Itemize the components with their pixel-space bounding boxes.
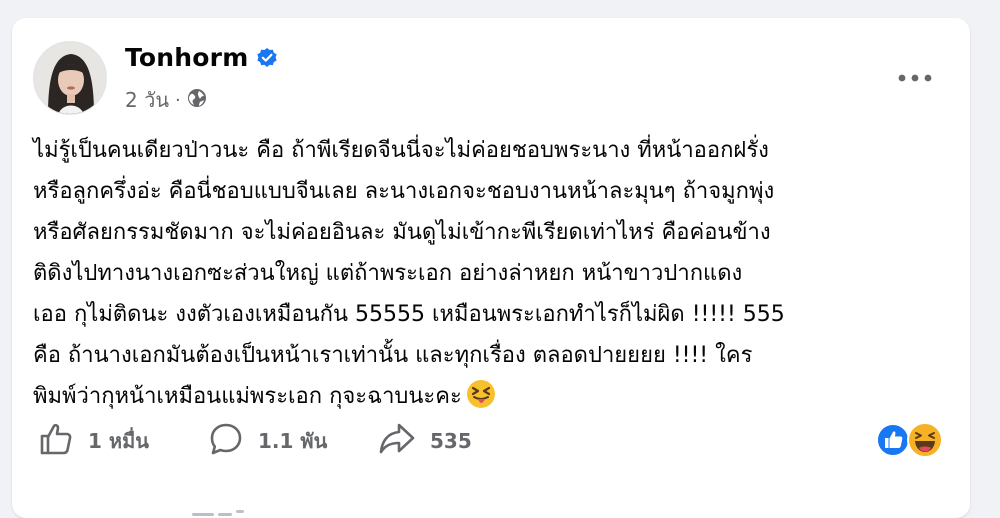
like-button[interactable]: 1 หมื่น [38, 421, 208, 462]
post-line: เออ กุไม่ติดนะ งงตัวเองเหมือนกัน 55555 เ… [33, 302, 785, 327]
avatar-photo [34, 42, 106, 114]
like-reaction-icon [876, 423, 910, 457]
squinting-tongue-emoji-icon [466, 379, 496, 409]
like-count: 1 หมื่น [88, 429, 149, 453]
post-line: ติดิงไปทางนางเอกซะส่วนใหญ่ แต่ถ้าพระเอก … [33, 261, 743, 286]
verified-badge-icon [256, 47, 278, 69]
next-comment-preview [192, 506, 282, 518]
post-meta: 2 วัน · [125, 84, 207, 116]
globe-icon[interactable] [187, 88, 207, 113]
more-options-button[interactable] [885, 60, 945, 96]
post-line: หรือลูกครึ่งอ่ะ คือนี่ชอบแบบจีนเลย ละนาง… [33, 179, 775, 204]
haha-reaction-icon [907, 422, 943, 458]
post-line-last: พิมพ์ว่ากุหน้าเหมือนแม่พระเอก กุจะฉาบนะค… [33, 376, 963, 417]
post-line-text: พิมพ์ว่ากุหน้าเหมือนแม่พระเอก กุจะฉาบนะค… [33, 384, 462, 409]
post-line: ไม่รู้เป็นคนเดียวป่าวนะ คือ ถ้าพีเรียดจี… [33, 138, 769, 163]
share-arrow-icon [378, 421, 416, 462]
avatar[interactable] [33, 41, 107, 115]
author-row: Tonhorm [125, 43, 278, 72]
thumbs-up-icon [38, 421, 74, 462]
post-timestamp[interactable]: 2 วัน [125, 84, 169, 116]
comment-button[interactable]: 1.1 พัน [208, 421, 378, 462]
author-name[interactable]: Tonhorm [125, 43, 248, 72]
more-options-icon [898, 74, 932, 82]
comment-bubble-icon [208, 421, 244, 462]
post-actions: 1 หมื่น 1.1 พัน 535 [38, 420, 538, 462]
post-card: Tonhorm 2 วัน · ไม่รู้เป็นคนเดียวป่าวนะ … [12, 18, 970, 518]
reactions-summary[interactable] [876, 420, 956, 460]
post-body: ไม่รู้เป็นคนเดียวป่าวนะ คือ ถ้าพีเรียดจี… [33, 130, 963, 417]
share-button[interactable]: 535 [378, 421, 538, 462]
post-line: หรือศัลยกรรมชัดมาก จะไม่ค่อยอินละ มันดูไ… [33, 220, 771, 245]
share-count: 535 [430, 429, 472, 453]
meta-separator: · [174, 89, 181, 111]
comment-count: 1.1 พัน [258, 429, 328, 453]
post-line: คือ ถ้านางเอกมันต้องเป็นหน้าเราเท่านั้น … [33, 343, 753, 368]
